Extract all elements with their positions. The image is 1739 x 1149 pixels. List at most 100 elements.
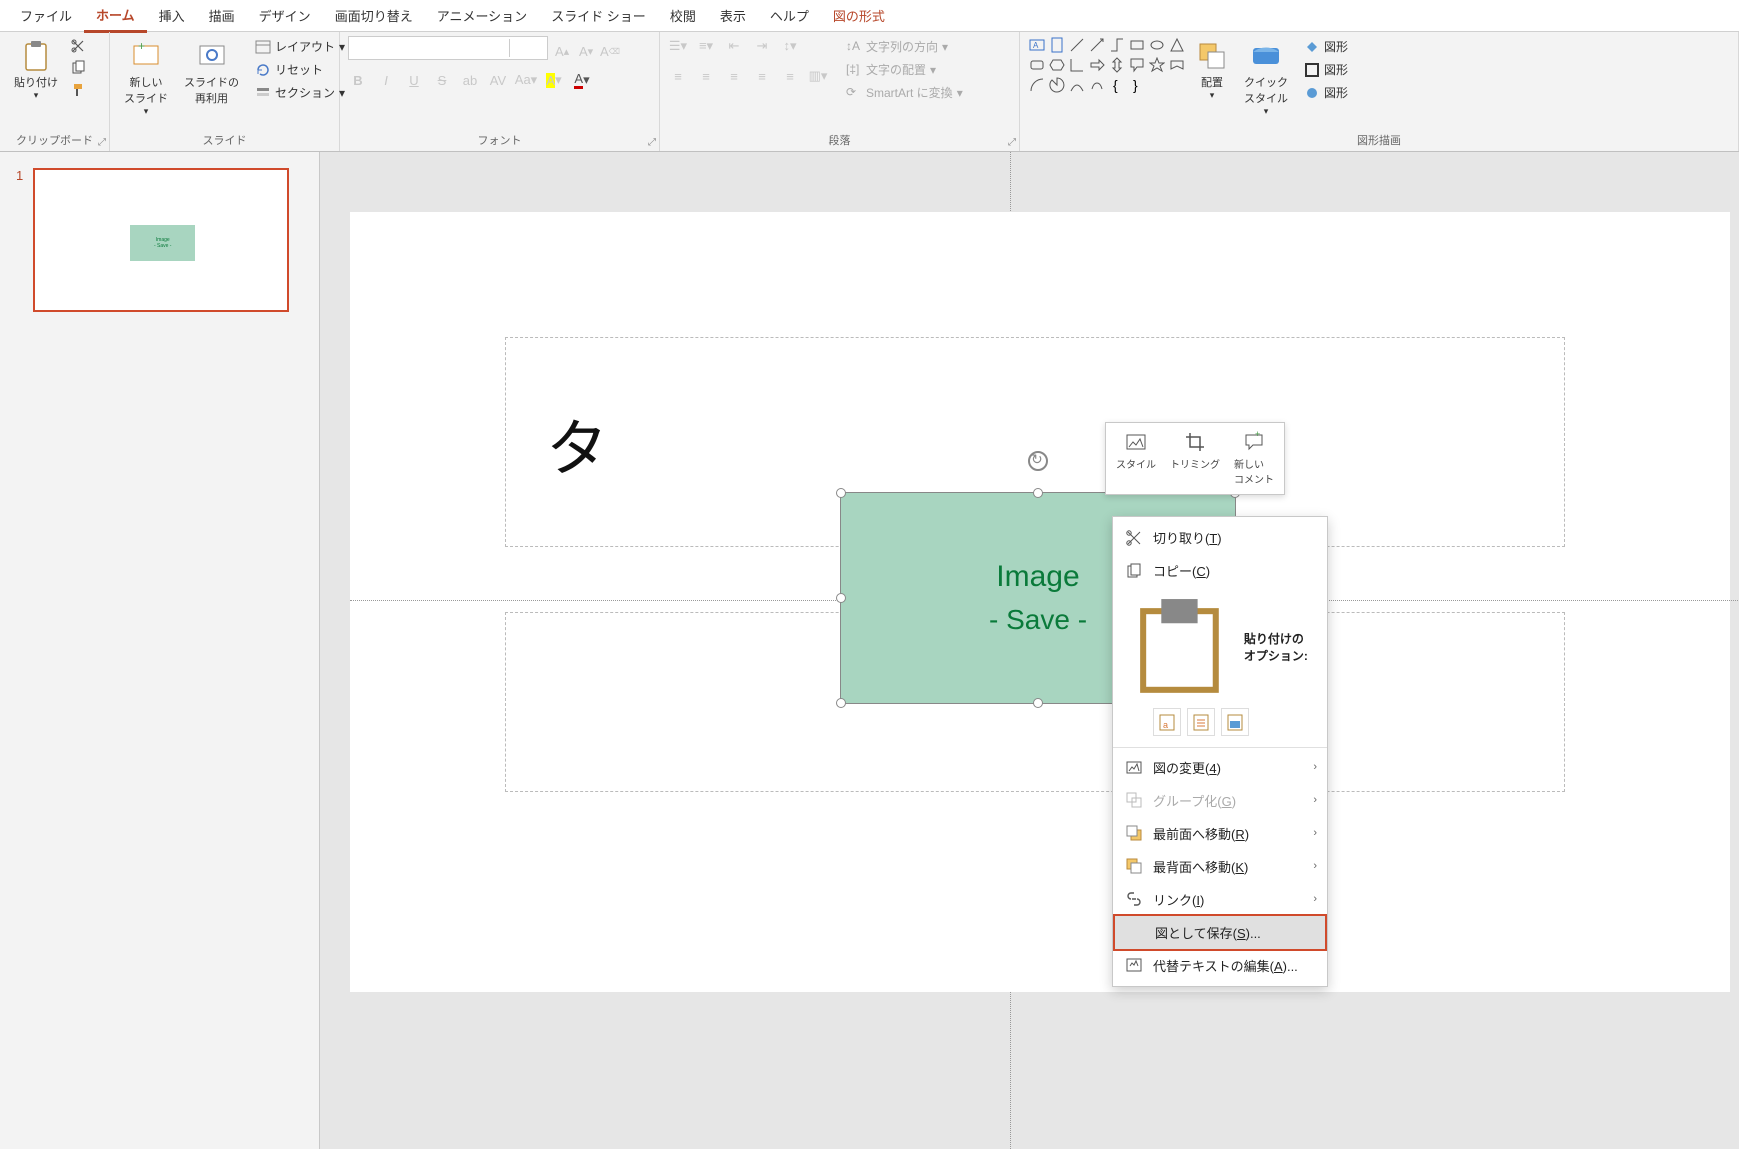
shadow-button[interactable]: ab [460, 70, 480, 90]
rotate-handle[interactable] [1028, 451, 1048, 471]
ctx-bring-front[interactable]: 最前面へ移動(R)› [1113, 817, 1327, 850]
justify-button[interactable]: ≡ [752, 66, 772, 86]
tab-view[interactable]: 表示 [708, 0, 758, 31]
mini-crop-button[interactable]: トリミング [1164, 427, 1226, 490]
underline-button[interactable]: U [404, 70, 424, 90]
tab-review[interactable]: 校閲 [658, 0, 708, 31]
format-painter-button[interactable] [68, 80, 88, 100]
tab-draw[interactable]: 描画 [197, 0, 247, 31]
font-size-input[interactable] [509, 39, 547, 57]
font-dialog-launcher[interactable]: ⤢ [648, 137, 656, 148]
layout-button[interactable]: レイアウト ▾ [249, 36, 351, 57]
shape-textbox-vert-icon[interactable] [1048, 36, 1066, 54]
mini-new-comment-button[interactable]: + 新しい コメント [1228, 427, 1280, 490]
font-name-input[interactable] [349, 39, 509, 57]
resize-handle-sw[interactable] [836, 698, 846, 708]
increase-font-button[interactable]: A▴ [552, 41, 572, 61]
align-right-button[interactable]: ≡ [724, 66, 744, 86]
shape-more2-icon[interactable] [1168, 76, 1186, 94]
change-case-button[interactable]: Aa▾ [516, 70, 536, 90]
indent-dec-button[interactable]: ⇤ [724, 36, 744, 56]
cut-button[interactable] [68, 36, 88, 56]
ctx-link[interactable]: リンク(I)› [1113, 883, 1327, 916]
font-color-button[interactable]: A▾ [572, 70, 592, 90]
mini-style-button[interactable]: スタイル [1110, 427, 1162, 490]
decrease-font-button[interactable]: A▾ [576, 41, 596, 61]
shape-arc-icon[interactable] [1028, 76, 1046, 94]
new-slide-button[interactable]: + 新しい スライド▾ [118, 36, 174, 121]
shape-banner-icon[interactable] [1168, 56, 1186, 74]
tab-file[interactable]: ファイル [8, 0, 84, 31]
arrange-button[interactable]: 配置▾ [1190, 36, 1234, 105]
shape-roundrect-icon[interactable] [1028, 56, 1046, 74]
shape-oval-icon[interactable] [1148, 36, 1166, 54]
paste-keep-source[interactable]: a [1153, 708, 1181, 736]
font-selector[interactable] [348, 36, 548, 60]
tab-home[interactable]: ホーム [84, 0, 147, 33]
numbering-button[interactable]: ≡▾ [696, 36, 716, 56]
ctx-copy[interactable]: コピー(C) [1113, 554, 1327, 587]
reset-button[interactable]: リセット [249, 59, 351, 80]
shape-curve-icon[interactable] [1068, 76, 1086, 94]
shape-textbox-icon[interactable]: A [1028, 36, 1046, 54]
ctx-send-back[interactable]: 最背面へ移動(K)› [1113, 850, 1327, 883]
convert-smartart-button[interactable]: ⟳SmartArt に変換 ▾ [840, 82, 969, 103]
shape-more1-icon[interactable] [1148, 76, 1166, 94]
tab-picture-format[interactable]: 図の形式 [821, 0, 897, 31]
bold-button[interactable]: B [348, 70, 368, 90]
align-left-button[interactable]: ≡ [668, 66, 688, 86]
resize-handle-n[interactable] [1033, 488, 1043, 498]
shape-arrow-right-icon[interactable] [1088, 56, 1106, 74]
ctx-cut[interactable]: 切り取り(T) [1113, 521, 1327, 554]
paste-button[interactable]: 貼り付け▾ [8, 36, 64, 105]
strike-button[interactable]: S [432, 70, 452, 90]
align-text-button[interactable]: [‡]文字の配置 ▾ [840, 59, 969, 80]
tab-animation[interactable]: アニメーション [425, 0, 539, 31]
tab-transition[interactable]: 画面切り替え [323, 0, 425, 31]
shape-rect-icon[interactable] [1128, 36, 1146, 54]
slide[interactable]: タ Image - Save - [350, 212, 1730, 992]
text-direction-button[interactable]: ↕A文字列の方向 ▾ [840, 36, 969, 57]
shape-connector-icon[interactable] [1108, 36, 1126, 54]
section-button[interactable]: セクション ▾ [249, 82, 351, 103]
ctx-change-picture[interactable]: 図の変更(4)› [1113, 751, 1327, 784]
distribute-button[interactable]: ≡ [780, 66, 800, 86]
tab-design[interactable]: デザイン [247, 0, 323, 31]
char-spacing-button[interactable]: AV [488, 70, 508, 90]
shape-star-icon[interactable] [1148, 56, 1166, 74]
copy-button[interactable] [68, 58, 88, 78]
shape-freeform-icon[interactable] [1088, 76, 1106, 94]
slide-canvas-area[interactable]: タ Image - Save - [320, 152, 1739, 1149]
indent-inc-button[interactable]: ⇥ [752, 36, 772, 56]
paste-use-dest[interactable] [1187, 708, 1215, 736]
tab-slideshow[interactable]: スライド ショー [539, 0, 658, 31]
line-spacing-button[interactable]: ↕▾ [780, 36, 800, 56]
resize-handle-s[interactable] [1033, 698, 1043, 708]
tab-help[interactable]: ヘルプ [758, 0, 821, 31]
paragraph-dialog-launcher[interactable]: ⤢ [1008, 137, 1016, 148]
shape-lbrace-icon[interactable]: { [1108, 76, 1126, 94]
shape-hexagon-icon[interactable] [1048, 56, 1066, 74]
shape-rbrace-icon[interactable]: } [1128, 76, 1146, 94]
shape-elbow-icon[interactable] [1068, 56, 1086, 74]
clear-format-button[interactable]: A⌫ [600, 41, 620, 61]
align-center-button[interactable]: ≡ [696, 66, 716, 86]
resize-handle-w[interactable] [836, 593, 846, 603]
shape-outline-button[interactable]: 図形 [1298, 59, 1354, 80]
clipboard-dialog-launcher[interactable]: ⤢ [98, 137, 106, 148]
italic-button[interactable]: I [376, 70, 396, 90]
shape-arrow-line-icon[interactable] [1088, 36, 1106, 54]
shape-triangle-icon[interactable] [1168, 36, 1186, 54]
ctx-save-as-picture[interactable]: 図として保存(S)... [1113, 914, 1327, 951]
bullets-button[interactable]: ☰▾ [668, 36, 688, 56]
shapes-gallery[interactable]: A { } [1028, 36, 1186, 94]
shape-pie-icon[interactable] [1048, 76, 1066, 94]
ctx-edit-alt-text[interactable]: 代替テキストの編集(A)... [1113, 949, 1327, 982]
tab-insert[interactable]: 挿入 [147, 0, 197, 31]
columns-button[interactable]: ▥▾ [808, 66, 828, 86]
quick-styles-button[interactable]: クイック スタイル▾ [1238, 36, 1294, 121]
slide-thumbnail-1[interactable]: Image - Save - [33, 168, 289, 312]
shape-callout-icon[interactable] [1128, 56, 1146, 74]
paste-picture[interactable] [1221, 708, 1249, 736]
shape-arrow-updown-icon[interactable] [1108, 56, 1126, 74]
